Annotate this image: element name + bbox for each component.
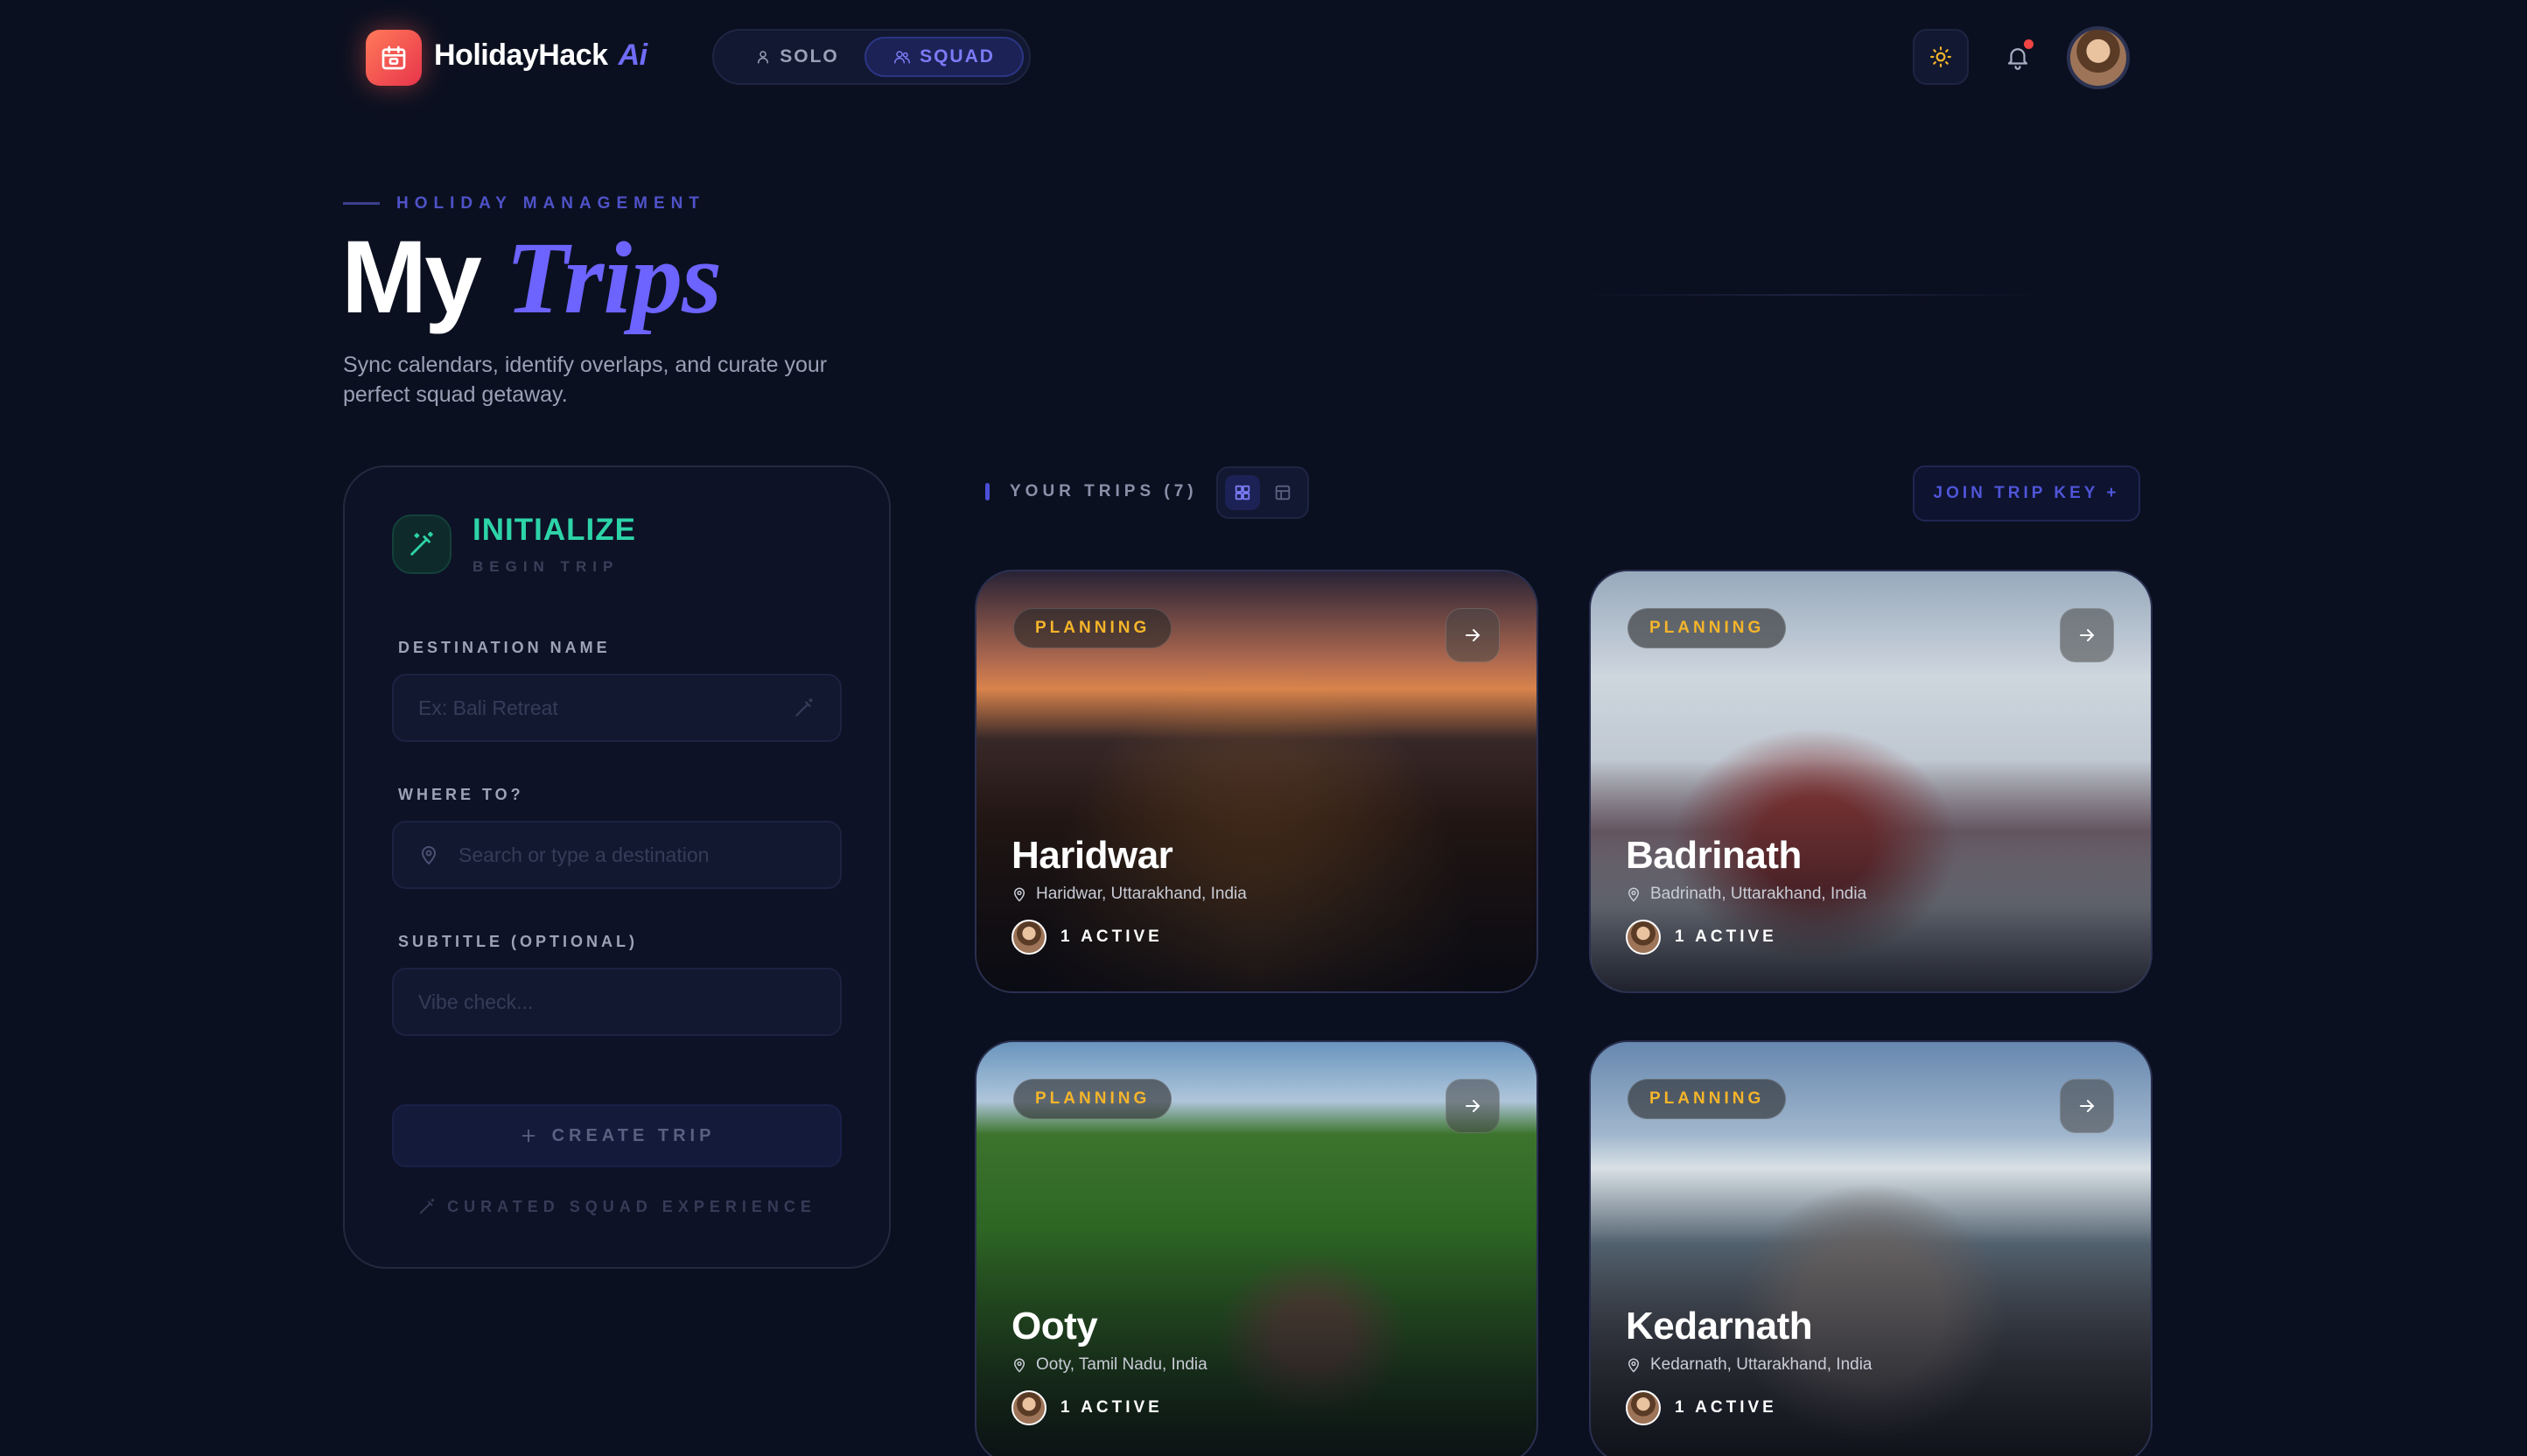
trip-name: Haridwar [1012, 834, 1173, 877]
where-to-label: WHERE TO? [398, 786, 524, 803]
trip-active-text: 1 ACTIVE [1675, 928, 1777, 946]
trip-active: 1 ACTIVE [1012, 920, 1163, 955]
notification-dot [2024, 39, 2034, 49]
trips-bar-marker [985, 483, 990, 500]
status-badge: PLANNING [1628, 1079, 1787, 1119]
trip-name: Ooty [1012, 1305, 1098, 1348]
trip-location-text: Ooty, Tamil Nadu, India [1036, 1355, 1208, 1374]
open-trip-button[interactable] [2060, 1079, 2114, 1133]
users-icon [894, 51, 911, 64]
location-pin-icon [421, 846, 437, 865]
trip-location: Ooty, Tamil Nadu, India [1012, 1355, 1208, 1375]
user-avatar[interactable] [2067, 26, 2130, 89]
trip-card-kedarnath[interactable]: PLANNING Kedarnath Kedarnath, Uttarakhan… [1589, 1040, 2152, 1456]
plus-icon [522, 1129, 535, 1143]
theme-toggle-button[interactable] [1913, 29, 1969, 85]
notifications-button[interactable] [1990, 29, 2046, 85]
app-logo[interactable] [366, 30, 422, 86]
mode-solo-label: SOLO [780, 46, 839, 66]
join-trip-key-button[interactable]: JOIN TRIP KEY + [1913, 466, 2140, 522]
user-icon [758, 51, 769, 64]
open-trip-button[interactable] [2060, 608, 2114, 662]
trip-location-text: Kedarnath, Uttarakhand, India [1650, 1355, 1872, 1374]
calendar-icon [382, 46, 406, 70]
trip-active-text: 1 ACTIVE [1675, 1398, 1777, 1417]
section-eyebrow: HOLIDAY MANAGEMENT [396, 194, 705, 213]
where-to-placeholder: Search or type a destination [458, 843, 710, 866]
trip-active-text: 1 ACTIVE [1060, 928, 1163, 946]
trip-location-text: Haridwar, Uttarakhand, India [1036, 885, 1247, 903]
open-trip-button[interactable] [1446, 608, 1500, 662]
page-title: My Trips [341, 226, 722, 330]
member-avatar [1626, 1390, 1661, 1425]
table-icon [1275, 485, 1291, 500]
where-to-field[interactable]: Search or type a destination [392, 821, 842, 889]
trip-location: Badrinath, Uttarakhand, India [1626, 885, 1866, 904]
location-pin-icon [1013, 887, 1026, 902]
brand-name: HolidayHack Ai [434, 38, 648, 72]
trip-location: Haridwar, Uttarakhand, India [1012, 885, 1247, 904]
page-title-accent: Trips [505, 220, 722, 335]
subtitle-field[interactable]: Vibe check... [392, 968, 842, 1036]
hero-divider [1584, 294, 2039, 296]
grid-icon [1235, 485, 1250, 500]
sparkle-icon [795, 698, 813, 717]
member-avatar [1626, 920, 1661, 955]
arrow-right-icon [1466, 629, 1480, 641]
page-subtitle: Sync calendars, identify overlaps, and c… [343, 353, 828, 407]
location-pin-icon [1628, 1358, 1640, 1373]
arrow-right-icon [2080, 629, 2095, 641]
status-badge: PLANNING [1628, 608, 1787, 648]
trip-card-ooty[interactable]: PLANNING Ooty Ooty, Tamil Nadu, India 1 … [975, 1040, 1538, 1456]
destination-name-field[interactable]: Ex: Bali Retreat [392, 674, 842, 742]
trip-active: 1 ACTIVE [1012, 1390, 1163, 1425]
trip-active: 1 ACTIVE [1626, 1390, 1777, 1425]
trip-active-text: 1 ACTIVE [1060, 1398, 1163, 1417]
trip-card-haridwar[interactable]: PLANNING Haridwar Haridwar, Uttarakhand,… [975, 570, 1538, 993]
curated-label: CURATED SQUAD EXPERIENCE [447, 1197, 816, 1215]
member-avatar [1012, 920, 1046, 955]
view-toggle [1216, 466, 1309, 519]
grid-view-button[interactable] [1225, 475, 1260, 510]
trip-active: 1 ACTIVE [1626, 920, 1777, 955]
status-badge: PLANNING [1013, 1079, 1172, 1119]
brand-ai: Ai [618, 38, 648, 72]
mode-toggle: SOLO SQUAD [712, 29, 1031, 85]
status-badge: PLANNING [1013, 608, 1172, 648]
trip-name: Badrinath [1626, 834, 1802, 877]
magic-wand-small-icon [419, 1198, 435, 1214]
mode-solo-button[interactable]: SOLO [732, 37, 863, 77]
mode-squad-label: SQUAD [920, 46, 995, 66]
destination-name-label: DESTINATION NAME [398, 639, 611, 656]
trip-name: Kedarnath [1626, 1305, 1813, 1348]
trip-card-badrinath[interactable]: PLANNING Badrinath Badrinath, Uttarakhan… [1589, 570, 2152, 993]
arrow-right-icon [1466, 1100, 1480, 1112]
arrow-right-icon [2080, 1100, 2095, 1112]
create-trip-label: CREATE TRIP [551, 1125, 716, 1145]
subtitle-placeholder: Vibe check... [418, 990, 534, 1013]
magic-wand-icon [392, 514, 452, 574]
curated-note: CURATED SQUAD EXPERIENCE [392, 1197, 842, 1216]
open-trip-button[interactable] [1446, 1079, 1500, 1133]
page-title-main: My [341, 220, 482, 335]
destination-name-placeholder: Ex: Bali Retreat [418, 696, 558, 719]
location-pin-icon [1013, 1358, 1026, 1373]
trip-location: Kedarnath, Uttarakhand, India [1626, 1355, 1872, 1375]
create-trip-button[interactable]: CREATE TRIP [392, 1104, 842, 1167]
table-view-button[interactable] [1265, 475, 1300, 510]
member-avatar [1012, 1390, 1046, 1425]
initialize-title: INITIALIZE [472, 513, 636, 547]
subtitle-label: SUBTITLE (OPTIONAL) [398, 933, 638, 950]
initialize-subtitle: BEGIN TRIP [472, 558, 620, 575]
your-trips-label: YOUR TRIPS (7) [1010, 482, 1198, 500]
trip-location-text: Badrinath, Uttarakhand, India [1650, 885, 1867, 903]
mode-squad-button[interactable]: SQUAD [864, 37, 1024, 77]
eyebrow-line [343, 202, 380, 205]
sun-icon [1930, 46, 1951, 67]
location-pin-icon [1628, 887, 1640, 902]
